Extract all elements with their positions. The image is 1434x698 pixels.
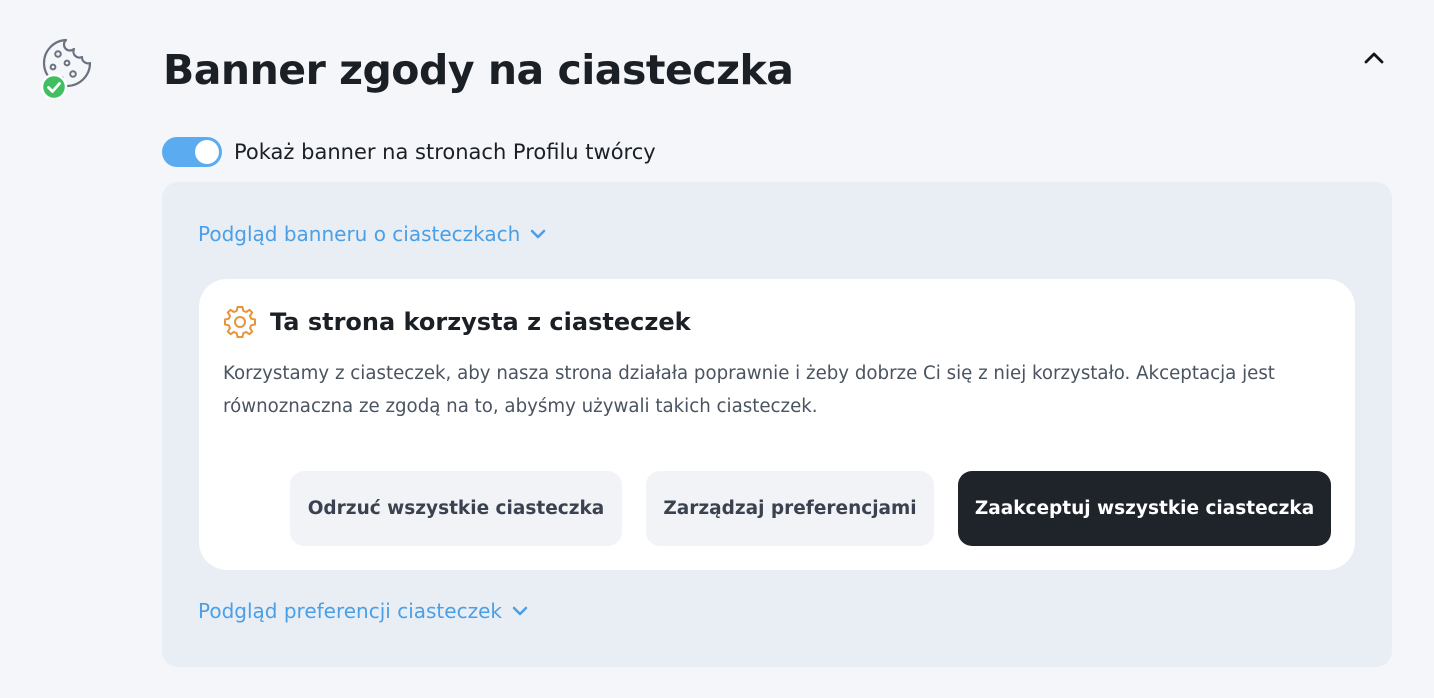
banner-header: Ta strona korzysta z ciasteczek	[223, 305, 691, 339]
accept-all-button[interactable]: Zaakceptuj wszystkie ciasteczka	[958, 471, 1331, 546]
show-banner-setting: Pokaż banner na stronach Profilu twórcy	[162, 136, 656, 168]
show-banner-toggle[interactable]	[162, 137, 222, 167]
show-banner-toggle-label[interactable]: Pokaż banner na stronach Profilu twórcy	[234, 140, 656, 164]
chevron-up-icon	[1364, 52, 1384, 64]
banner-preview-toggle[interactable]: Podgląd banneru o ciasteczkach	[198, 222, 547, 246]
preferences-preview-toggle[interactable]: Podgląd preferencji ciasteczek	[198, 599, 529, 623]
toggle-knob	[195, 140, 219, 164]
page-title: Banner zgody na ciasteczka	[163, 46, 794, 94]
reject-all-button[interactable]: Odrzuć wszystkie ciasteczka	[290, 471, 622, 546]
banner-description: Korzystamy z ciasteczek, aby nasza stron…	[223, 363, 1275, 417]
collapse-section-button[interactable]	[1358, 42, 1390, 74]
banner-title: Ta strona korzysta z ciasteczek	[270, 308, 691, 336]
chevron-down-icon	[511, 602, 529, 620]
banner-preview-label: Podgląd banneru o ciasteczkach	[198, 222, 521, 246]
gear-icon	[223, 305, 257, 339]
preferences-preview-label: Podgląd preferencji ciasteczek	[198, 599, 502, 623]
chevron-down-icon	[529, 225, 547, 243]
manage-preferences-button[interactable]: Zarządzaj preferencjami	[646, 471, 934, 546]
cookie-banner-preview: Ta strona korzysta z ciasteczek Korzysta…	[199, 279, 1355, 570]
cookie-check-icon	[40, 37, 96, 101]
preview-panel: Podgląd banneru o ciasteczkach Ta strona…	[162, 182, 1392, 667]
